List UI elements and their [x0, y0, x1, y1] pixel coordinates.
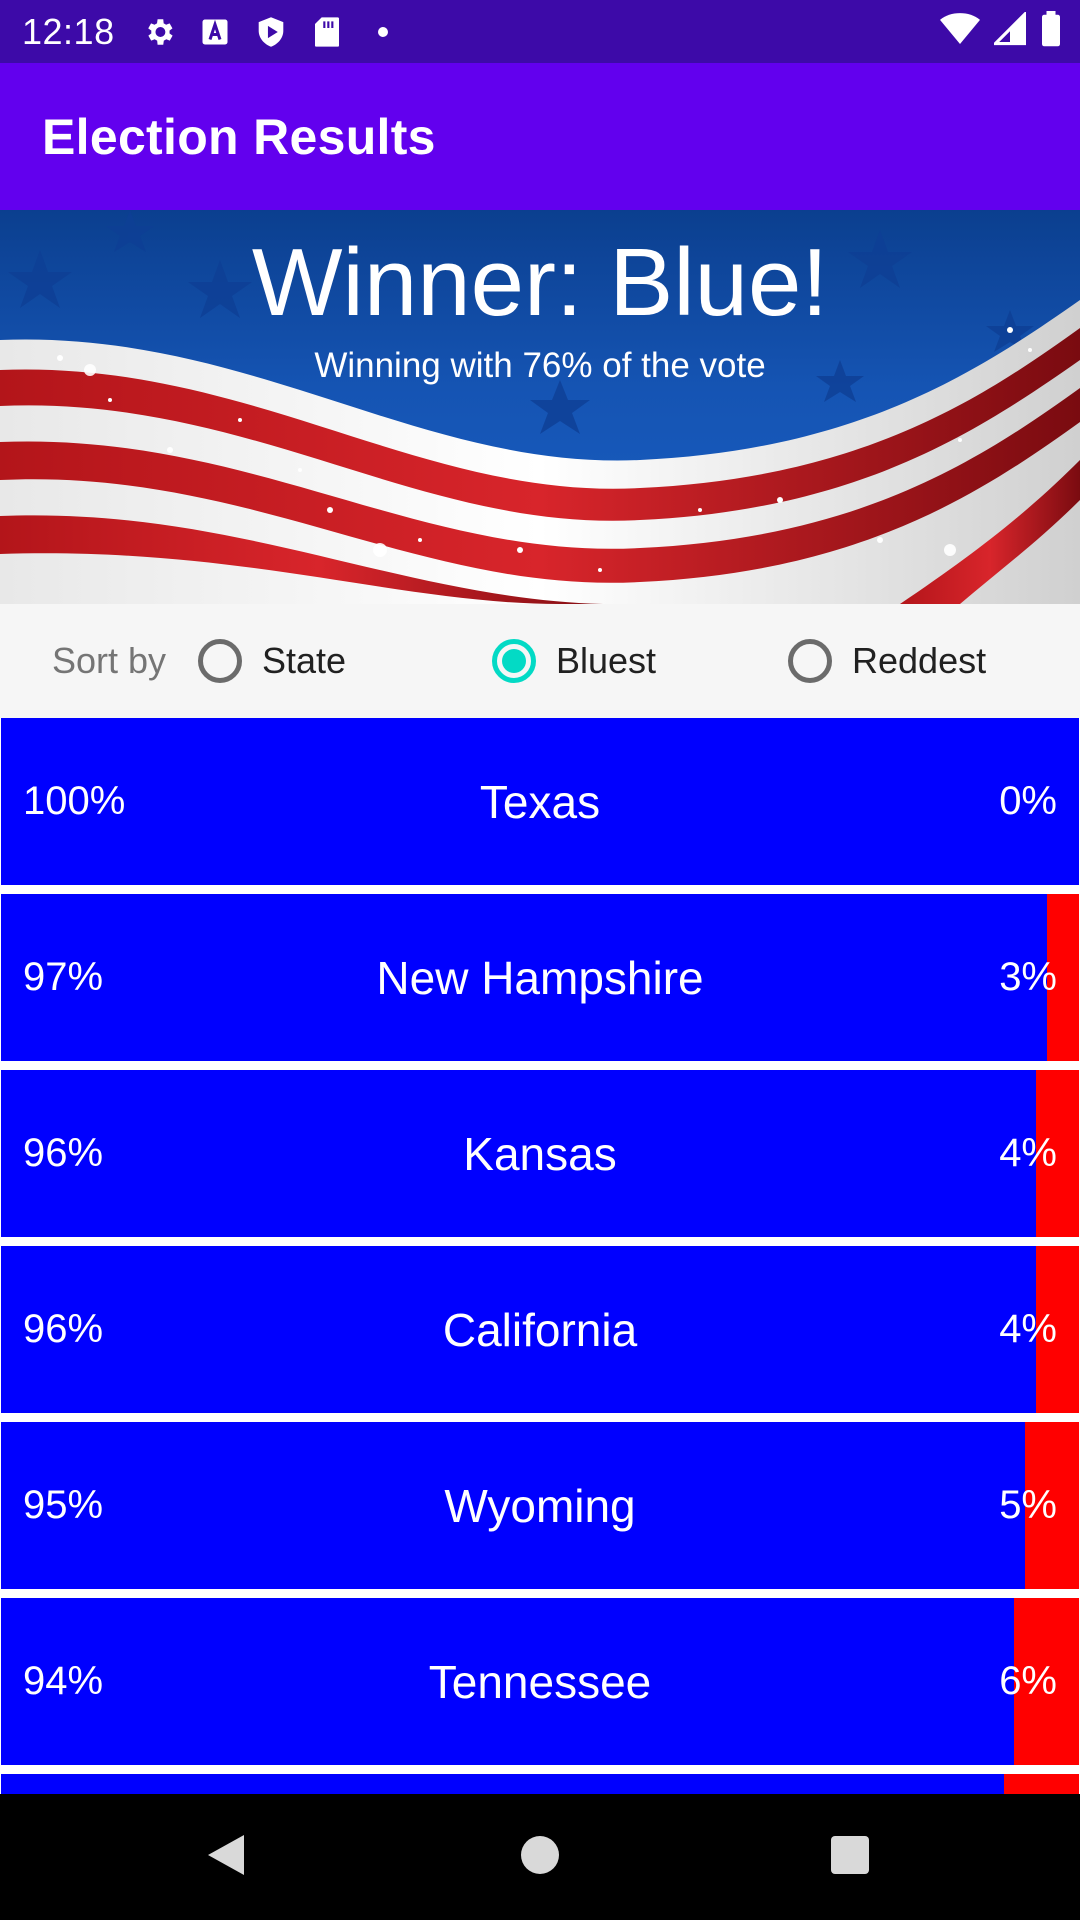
sort-option-state[interactable]: State [198, 639, 346, 683]
radio-label-state: State [262, 640, 347, 681]
home-button[interactable] [480, 1794, 600, 1920]
red-percent: 4% [999, 1131, 1057, 1175]
recents-icon [830, 1835, 870, 1880]
results-list[interactable]: 100% Texas 0% 97% New Hampshire 3% 96% K… [0, 718, 1080, 1794]
red-percent: 3% [999, 955, 1057, 999]
result-row[interactable]: 100% Texas 0% [1, 718, 1079, 885]
recents-button[interactable] [790, 1794, 910, 1920]
status-time: 12:18 [22, 10, 115, 52]
wifi-icon [940, 12, 980, 51]
state-name: Tennessee [428, 1655, 652, 1708]
settings-icon [141, 14, 177, 50]
home-icon [520, 1835, 560, 1880]
state-name [1, 1774, 1079, 1794]
status-icons-left [141, 14, 401, 50]
navigation-bar [0, 1794, 1080, 1920]
winner-subtitle: Winning with 76% of the vote [314, 346, 766, 385]
red-percent: 5% [999, 1483, 1057, 1527]
status-icons-right [940, 0, 1062, 63]
back-icon [204, 1831, 248, 1884]
radio-label-reddest: Reddest [852, 640, 987, 681]
radio-reddest[interactable] [788, 639, 832, 683]
red-percent: 6% [999, 1659, 1057, 1703]
font-a-icon [197, 14, 233, 50]
result-row[interactable]: 94% Tennessee 6% [1, 1598, 1079, 1765]
state-name: New Hampshire [376, 951, 704, 1004]
app-title: Election Results [42, 108, 436, 165]
dot-icon [365, 14, 401, 50]
red-percent: 0% [999, 779, 1057, 823]
result-row[interactable] [1, 1774, 1079, 1794]
result-row[interactable]: 96% Kansas 4% [1, 1070, 1079, 1237]
radio-bluest[interactable] [492, 639, 536, 683]
state-name: Texas [479, 775, 601, 828]
back-button[interactable] [166, 1794, 286, 1920]
signal-icon [991, 10, 1027, 51]
winner-title: Winner: Blue! [251, 229, 829, 336]
sort-option-reddest[interactable]: Reddest [788, 639, 986, 683]
state-name: Wyoming [444, 1479, 636, 1532]
sort-row: Sort by State Bluest Reddest [0, 604, 1080, 718]
winner-banner: Winner: Blue! Winning with 76% of the vo… [0, 210, 1080, 604]
sort-by-label: Sort by [52, 640, 167, 681]
result-row[interactable]: 95% Wyoming 5% [1, 1422, 1079, 1589]
app-bar: Election Results [0, 63, 1080, 210]
status-bar: 12:18 [0, 0, 1080, 63]
radio-label-bluest: Bluest [556, 640, 657, 681]
sd-card-icon [309, 14, 345, 50]
radio-state[interactable] [198, 639, 242, 683]
result-row[interactable]: 96% California 4% [1, 1246, 1079, 1413]
red-percent: 4% [999, 1307, 1057, 1351]
sort-option-bluest[interactable]: Bluest [492, 639, 656, 683]
state-name: Kansas [463, 1127, 617, 1180]
state-name: California [442, 1303, 638, 1356]
battery-icon [1040, 11, 1062, 52]
result-row[interactable]: 97% New Hampshire 3% [1, 894, 1079, 1061]
play-shield-icon [253, 14, 289, 50]
